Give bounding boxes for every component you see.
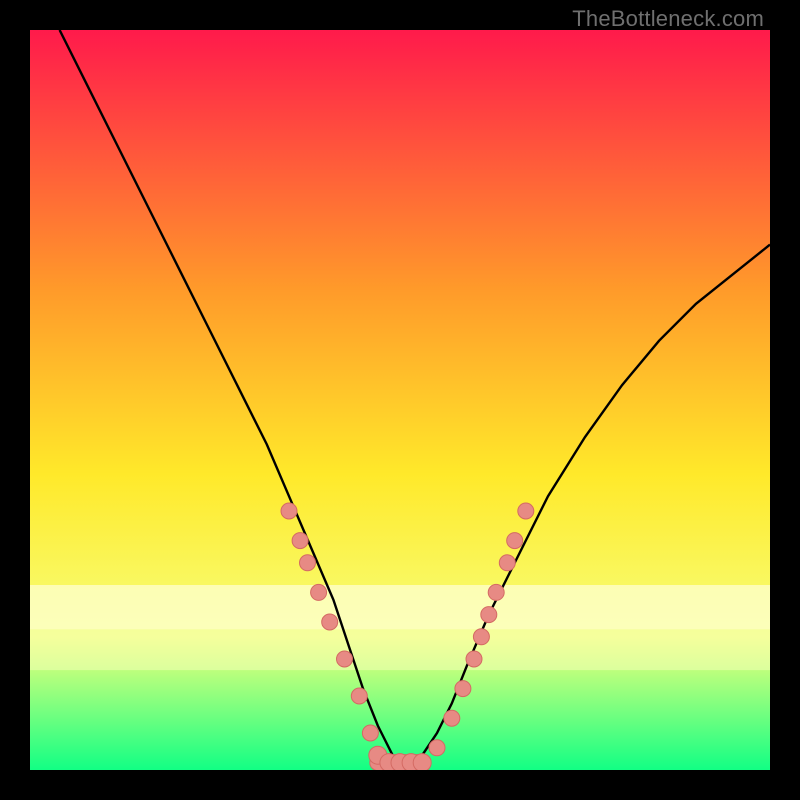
data-marker (337, 651, 353, 667)
light-band-lower (30, 629, 770, 670)
data-marker (518, 503, 534, 519)
data-marker (292, 533, 308, 549)
data-marker (413, 754, 431, 770)
data-marker (488, 584, 504, 600)
data-marker (351, 688, 367, 704)
plot-frame (30, 30, 770, 770)
data-marker (466, 651, 482, 667)
watermark-text: TheBottleneck.com (572, 6, 764, 32)
data-marker (481, 607, 497, 623)
light-band-upper (30, 585, 770, 629)
data-marker (311, 584, 327, 600)
data-marker (362, 725, 378, 741)
bottleneck-chart (30, 30, 770, 770)
data-marker (429, 740, 445, 756)
data-marker (322, 614, 338, 630)
data-marker (444, 710, 460, 726)
data-marker (455, 681, 471, 697)
data-marker (281, 503, 297, 519)
data-marker (507, 533, 523, 549)
data-marker (300, 555, 316, 571)
data-marker (499, 555, 515, 571)
data-marker (473, 629, 489, 645)
